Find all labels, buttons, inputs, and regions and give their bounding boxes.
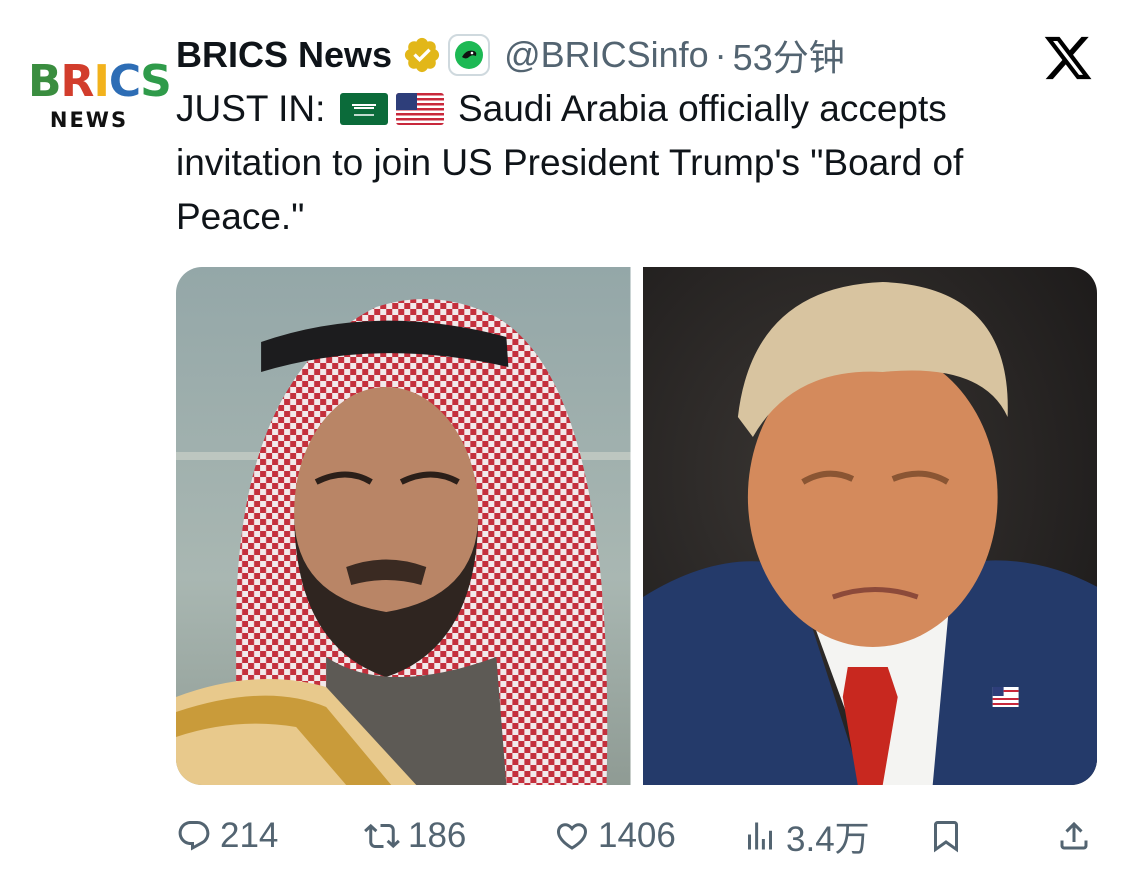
repost-count: 186 [408, 816, 467, 855]
x-logo-icon[interactable] [1042, 32, 1094, 84]
affiliate-badge-icon[interactable] [448, 34, 491, 76]
heart-icon [556, 823, 588, 850]
views-button[interactable]: 3.4万 [742, 810, 870, 862]
avatar-logo-sub: NEWS [49, 108, 129, 132]
like-count: 1406 [598, 816, 676, 855]
portrait-photo-icon [176, 267, 631, 785]
avatar-logo-word: BRICS [28, 56, 172, 107]
display-name[interactable]: BRICS News [176, 34, 392, 76]
share-icon [1060, 821, 1088, 850]
photo-right[interactable] [642, 267, 1097, 785]
header-separator: · [714, 34, 727, 75]
us-flag-icon [395, 93, 444, 125]
tweet-prefix: JUST IN: [176, 88, 326, 129]
reply-button[interactable]: 214 [176, 810, 278, 862]
tweet-header: BRICS News @BRICSinfo · 53分钟 [176, 30, 845, 80]
tweet-media[interactable] [176, 267, 1097, 785]
portrait-photo-icon [642, 267, 1097, 785]
photo-left[interactable] [176, 267, 631, 785]
repost-button[interactable]: 186 [364, 810, 466, 862]
verified-badge-icon[interactable] [402, 35, 442, 75]
account-handle[interactable]: @BRICSinfo [504, 34, 709, 76]
bookmark-icon [934, 821, 958, 853]
account-avatar[interactable]: BRICS NEWS [28, 56, 172, 144]
reply-count: 214 [220, 816, 279, 855]
tweet-actions: 214 186 1406 3.4万 [176, 810, 1106, 862]
tweet-text: JUST IN: Saudi Arabia officially accepts… [176, 82, 1076, 244]
saudi-arabia-flag-icon [339, 93, 388, 125]
bookmark-button[interactable] [928, 810, 972, 862]
like-button[interactable]: 1406 [554, 810, 676, 862]
repost-icon [364, 823, 400, 849]
share-button[interactable] [1056, 810, 1100, 862]
views-count: 3.4万 [786, 819, 870, 859]
tweet-timestamp[interactable]: 53分钟 [733, 29, 845, 81]
reply-icon [178, 821, 210, 851]
views-chart-icon [748, 822, 772, 850]
